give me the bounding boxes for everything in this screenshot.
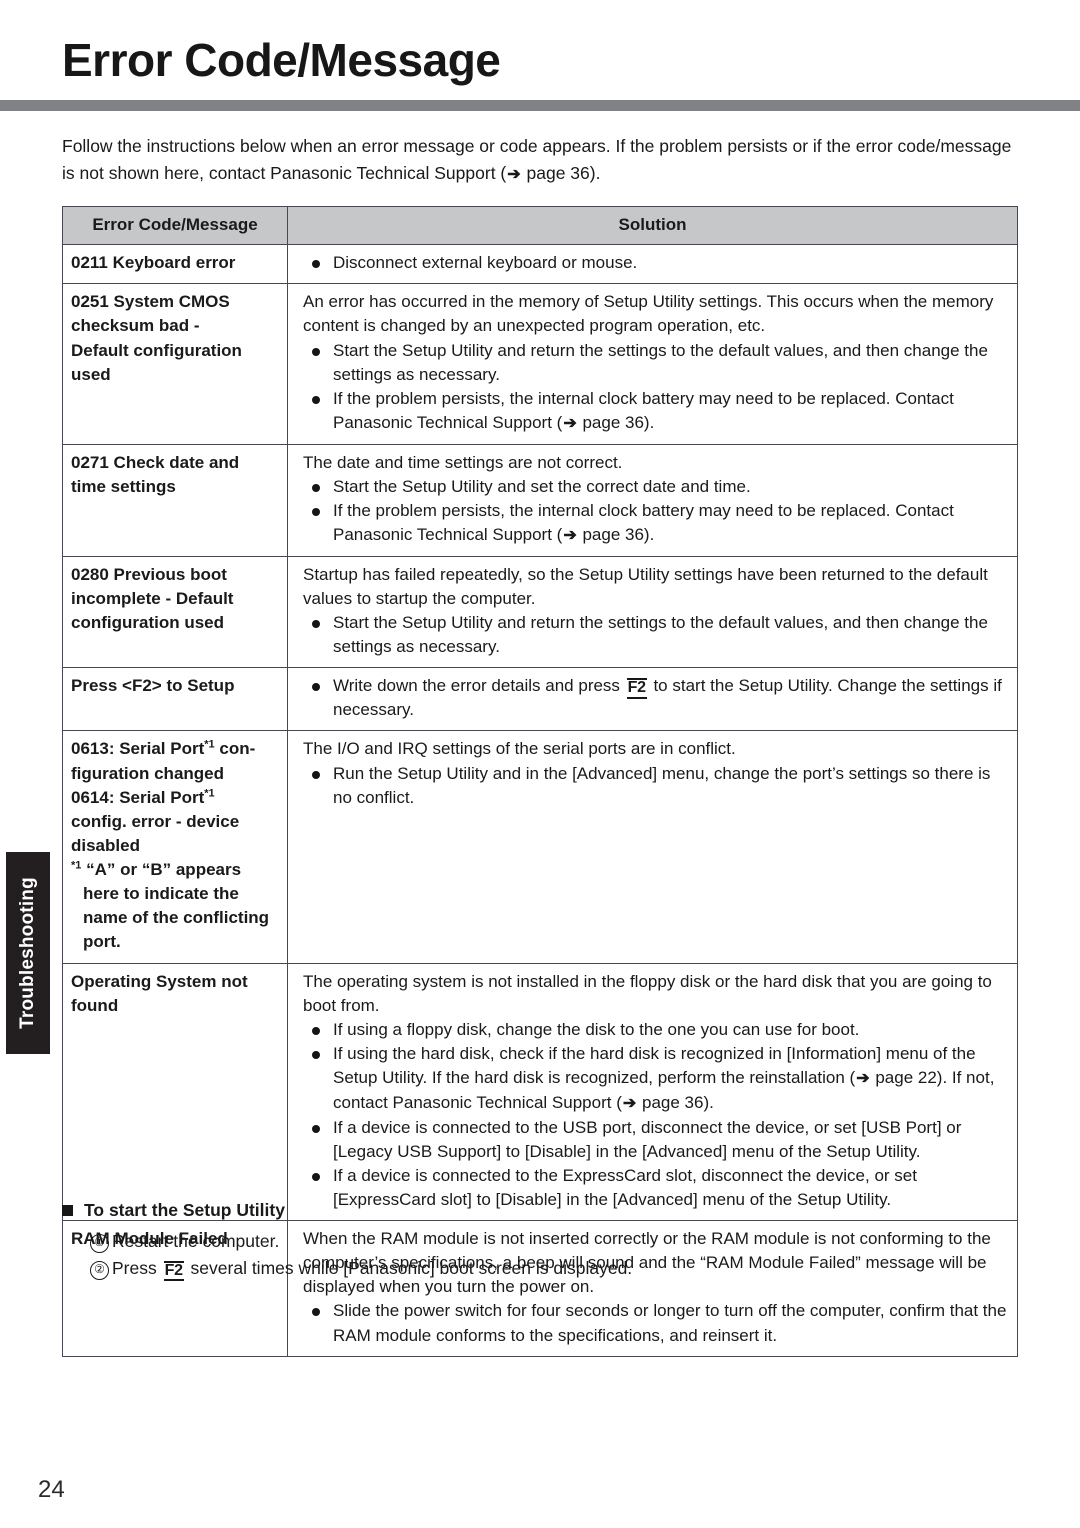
- step-2-marker: ②: [90, 1260, 109, 1280]
- solution-bullet-item: Write down the error details and press F…: [303, 674, 1009, 722]
- intro-paragraph: Follow the instructions below when an er…: [62, 133, 1018, 187]
- solution-text: The operating system is not installed in…: [303, 971, 992, 1015]
- solution-cell: The operating system is not installed in…: [287, 962, 1018, 1222]
- section-tab-label: Troubleshooting: [17, 877, 38, 1029]
- solution-bullet-item: If using the hard disk, check if the har…: [303, 1042, 1009, 1116]
- title-divider: [0, 100, 1080, 111]
- note-step-1: ① Restart the computer.: [90, 1228, 1018, 1255]
- table-row: 0251 System CMOS checksum bad - Default co…: [62, 283, 1018, 445]
- solution-bullet-list: Slide the power switch for four seconds …: [303, 1299, 1009, 1347]
- table-row: 0613: Serial Port*1 con-figuration chang…: [62, 730, 1018, 964]
- solution-bullet-list: If using a floppy disk, change the disk …: [303, 1018, 1009, 1212]
- solution-cell: Disconnect external keyboard or mouse.: [287, 244, 1018, 285]
- solution-bullet-item: Disconnect external keyboard or mouse.: [303, 251, 1009, 275]
- solution-cell: Write down the error details and press F…: [287, 667, 1018, 732]
- arrow-icon: ➔: [856, 1070, 870, 1088]
- solution-text: The date and time settings are not corre…: [303, 452, 623, 472]
- square-bullet-icon: [62, 1205, 73, 1216]
- solution-cell: The I/O and IRQ settings of the serial p…: [287, 730, 1018, 964]
- solution-bullet-list: Start the Setup Utility and return the s…: [303, 611, 1009, 659]
- solution-cell: Startup has failed repeatedly, so the Se…: [287, 555, 1018, 669]
- step-1-marker: ①: [90, 1234, 109, 1253]
- f2-key-icon: F2: [163, 1260, 184, 1282]
- solution-bullet-list: Run the Setup Utility and in the [Advanc…: [303, 762, 1009, 810]
- column-header-solution: Solution: [287, 205, 1018, 246]
- solution-bullet-item: Start the Setup Utility and return the s…: [303, 339, 1009, 387]
- error-code-cell: Operating System not found: [62, 962, 288, 1222]
- solution-bullet-item: If the problem persists, the internal cl…: [303, 499, 1009, 548]
- note-step-list: ① Restart the computer. ② Press F2 several…: [62, 1228, 1018, 1282]
- solution-cell: An error has occurred in the memory of S…: [287, 283, 1018, 445]
- error-code-cell: 0280 Previous boot incomplete - Default co…: [62, 555, 288, 669]
- setup-utility-note: To start the Setup Utility ① Restart the …: [62, 1200, 1018, 1282]
- solution-bullet-list: Write down the error details and press F…: [303, 674, 1009, 722]
- solution-bullet-list: Disconnect external keyboard or mouse.: [303, 251, 1009, 275]
- solution-bullet-list: Start the Setup Utility and set the corr…: [303, 475, 1009, 548]
- solution-bullet-item: Start the Setup Utility and return the s…: [303, 611, 1009, 659]
- error-code-cell: 0251 System CMOS checksum bad - Default co…: [62, 283, 288, 445]
- column-header-error-code: Error Code/Message: [62, 205, 288, 246]
- error-code-cell: 0211 Keyboard error: [62, 244, 288, 285]
- table-row: 0280 Previous boot incomplete - Default co…: [62, 555, 1018, 669]
- table-body: 0211 Keyboard error Disconnect external k…: [62, 244, 1018, 1357]
- solution-bullet-list: Start the Setup Utility and return the s…: [303, 339, 1009, 436]
- page-number: 24: [38, 1476, 65, 1503]
- note-heading: To start the Setup Utility: [62, 1200, 1018, 1221]
- step-1-text: Restart the computer.: [112, 1231, 280, 1251]
- table-header-row: Error Code/Message Solution: [62, 205, 1018, 246]
- note-step-2: ② Press F2 several times while [Panasonic…: [90, 1255, 1018, 1282]
- section-tab-troubleshooting: Troubleshooting: [6, 852, 52, 1054]
- table-row: Operating System not found The operating s…: [62, 962, 1018, 1222]
- error-code-table: Error Code/Message Solution 0211 Keyboar…: [62, 205, 1018, 1357]
- step-2-text-after: several times while [Panasonic] boot scr…: [185, 1257, 633, 1278]
- solution-bullet-item: If the problem persists, the internal cl…: [303, 387, 1009, 436]
- solution-text: The I/O and IRQ settings of the serial p…: [303, 739, 736, 759]
- step-2-text-before: Press: [112, 1257, 162, 1278]
- solution-bullet-item: If using a floppy disk, change the disk …: [303, 1018, 1009, 1042]
- error-code-cell: 0613: Serial Port*1 con-figuration chang…: [62, 730, 288, 964]
- solution-bullet-item: Run the Setup Utility and in the [Advanc…: [303, 762, 1009, 810]
- arrow-icon: ➔: [563, 526, 577, 544]
- solution-bullet-item: Slide the power switch for four seconds …: [303, 1299, 1009, 1347]
- error-code-cell: 0271 Check date and time settings: [62, 443, 288, 557]
- error-code-cell: Press <F2> to Setup: [62, 667, 288, 732]
- solution-text: Startup has failed repeatedly, so the Se…: [303, 564, 988, 608]
- intro-text-after: page 36).: [521, 162, 601, 183]
- page-title: Error Code/Message: [62, 34, 501, 86]
- arrow-icon: ➔: [622, 1094, 637, 1112]
- note-heading-label: To start the Setup Utility: [84, 1200, 285, 1220]
- arrow-icon: ➔: [563, 414, 577, 432]
- solution-cell: The date and time settings are not corre…: [287, 443, 1018, 557]
- solution-bullet-item: Start the Setup Utility and set the corr…: [303, 475, 1009, 499]
- arrow-icon: ➔: [507, 165, 521, 183]
- table-row: Press <F2> to Setup Write down the error …: [62, 667, 1018, 732]
- table-row: 0211 Keyboard error Disconnect external k…: [62, 244, 1018, 285]
- solution-bullet-item: If a device is connected to the USB port…: [303, 1116, 1009, 1164]
- solution-text: An error has occurred in the memory of S…: [303, 292, 994, 336]
- table-row: 0271 Check date and time settings The date…: [62, 443, 1018, 557]
